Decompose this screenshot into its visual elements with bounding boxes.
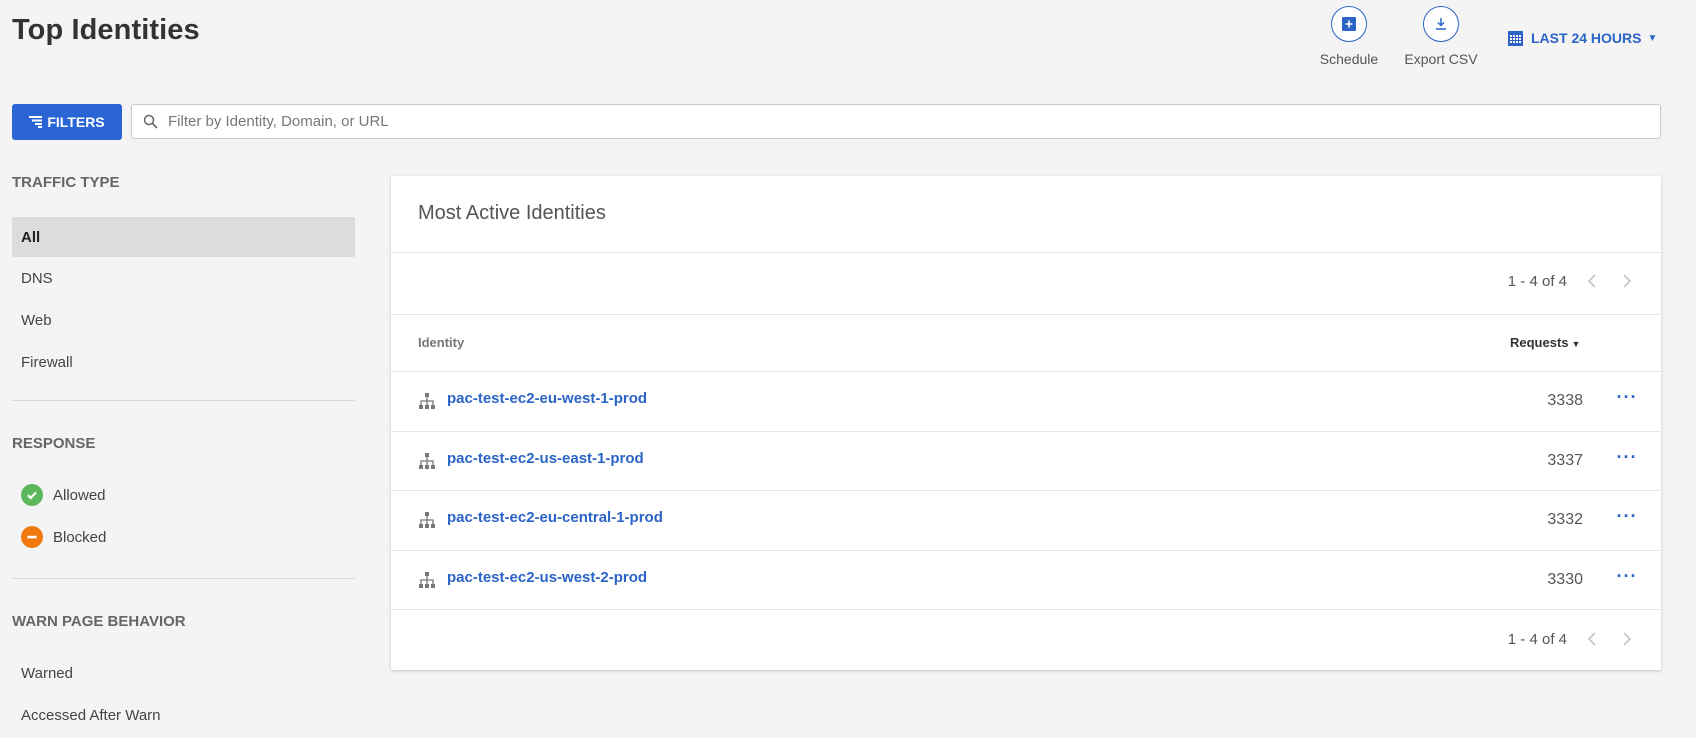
check-circle-icon	[21, 484, 43, 506]
traffic-type-all-label: All	[21, 228, 41, 246]
chevron-left-icon[interactable]	[1582, 629, 1602, 649]
traffic-type-web-label: Web	[21, 311, 52, 329]
identity-link[interactable]: pac-test-ec2-eu-west-1-prod	[447, 390, 647, 407]
traffic-type-firewall[interactable]: Firewall	[12, 342, 355, 382]
network-icon	[419, 393, 435, 409]
column-header-identity: Identity	[418, 335, 465, 350]
warn-page-title: WARN PAGE BEHAVIOR	[12, 613, 186, 630]
more-options-icon[interactable]: ···	[1614, 447, 1640, 467]
response-blocked-label: Blocked	[53, 528, 107, 546]
pagination-label: 1 - 4 of 4	[1507, 630, 1567, 648]
requests-header-label: Requests	[1510, 335, 1569, 350]
schedule-label: Schedule	[1319, 51, 1379, 67]
blocked-circle-icon	[21, 526, 43, 548]
table-row: pac-test-ec2-us-east-1-prod 3337 ···	[391, 431, 1661, 491]
table-row: pac-test-ec2-eu-central-1-prod 3332 ···	[391, 490, 1661, 550]
date-range-label: LAST 24 HOURS	[1531, 30, 1642, 46]
traffic-type-title: TRAFFIC TYPE	[12, 174, 120, 191]
response-allowed[interactable]: Allowed	[12, 475, 355, 515]
column-header-requests[interactable]: Requests ▼	[1510, 335, 1580, 350]
warn-page-accessed-after-warn[interactable]: Accessed After Warn	[12, 695, 355, 735]
traffic-type-dns[interactable]: DNS	[12, 258, 355, 298]
most-active-identities-card: Most Active Identities 1 - 4 of 4 Identi…	[391, 176, 1661, 670]
divider	[391, 252, 1661, 253]
response-allowed-label: Allowed	[53, 486, 106, 504]
chevron-right-icon[interactable]	[1617, 629, 1637, 649]
traffic-type-all[interactable]: All	[12, 217, 355, 257]
traffic-type-dns-label: DNS	[21, 269, 53, 287]
network-icon	[419, 453, 435, 469]
network-icon	[419, 572, 435, 588]
divider	[391, 314, 1661, 315]
requests-value: 3332	[1547, 511, 1583, 528]
table-row: pac-test-ec2-us-west-2-prod 3330 ···	[391, 550, 1661, 610]
more-options-icon[interactable]: ···	[1614, 387, 1640, 407]
requests-value: 3330	[1547, 571, 1583, 588]
network-icon	[419, 512, 435, 528]
traffic-type-web[interactable]: Web	[12, 300, 355, 340]
chevron-left-icon[interactable]	[1582, 271, 1602, 291]
date-range-dropdown[interactable]: LAST 24 HOURS ▼	[1508, 30, 1657, 46]
identity-link[interactable]: pac-test-ec2-us-east-1-prod	[447, 450, 644, 467]
traffic-type-firewall-label: Firewall	[21, 353, 73, 371]
response-blocked[interactable]: Blocked	[12, 517, 355, 557]
filters-label: FILTERS	[47, 114, 105, 130]
export-csv-label: Export CSV	[1404, 51, 1478, 67]
calendar-icon	[1508, 31, 1523, 46]
chevron-right-icon[interactable]	[1617, 271, 1637, 291]
page-title: Top Identities	[12, 14, 200, 46]
pagination-label: 1 - 4 of 4	[1507, 272, 1567, 290]
divider	[12, 578, 355, 579]
sort-desc-icon: ▼	[1571, 339, 1581, 349]
more-options-icon[interactable]: ···	[1614, 506, 1640, 526]
response-title: RESPONSE	[12, 435, 96, 452]
identity-link[interactable]: pac-test-ec2-eu-central-1-prod	[447, 509, 663, 526]
pagination-top: 1 - 4 of 4	[1508, 271, 1637, 291]
filters-button[interactable]: FILTERS	[12, 104, 122, 140]
search-box	[131, 104, 1661, 139]
export-csv-button[interactable]: Export CSV	[1403, 6, 1479, 67]
warn-page-warned[interactable]: Warned	[12, 653, 355, 693]
calendar-plus-icon	[1331, 6, 1367, 42]
requests-value: 3338	[1547, 392, 1583, 409]
download-icon	[1423, 6, 1459, 42]
pagination-bottom: 1 - 4 of 4	[1508, 629, 1637, 649]
divider	[391, 609, 1661, 610]
warn-page-warned-label: Warned	[21, 664, 73, 682]
more-options-icon[interactable]: ···	[1614, 566, 1640, 586]
identity-link[interactable]: pac-test-ec2-us-west-2-prod	[447, 569, 647, 586]
schedule-button[interactable]: Schedule	[1318, 6, 1380, 67]
card-title: Most Active Identities	[418, 202, 606, 224]
filter-icon	[29, 116, 43, 128]
divider	[12, 400, 355, 401]
requests-value: 3337	[1547, 452, 1583, 469]
caret-down-icon: ▼	[1647, 32, 1658, 44]
search-input[interactable]	[166, 112, 1660, 131]
search-icon	[143, 114, 158, 129]
table-row: pac-test-ec2-eu-west-1-prod 3338 ···	[391, 371, 1661, 431]
warn-page-accessed-label: Accessed After Warn	[21, 706, 161, 724]
